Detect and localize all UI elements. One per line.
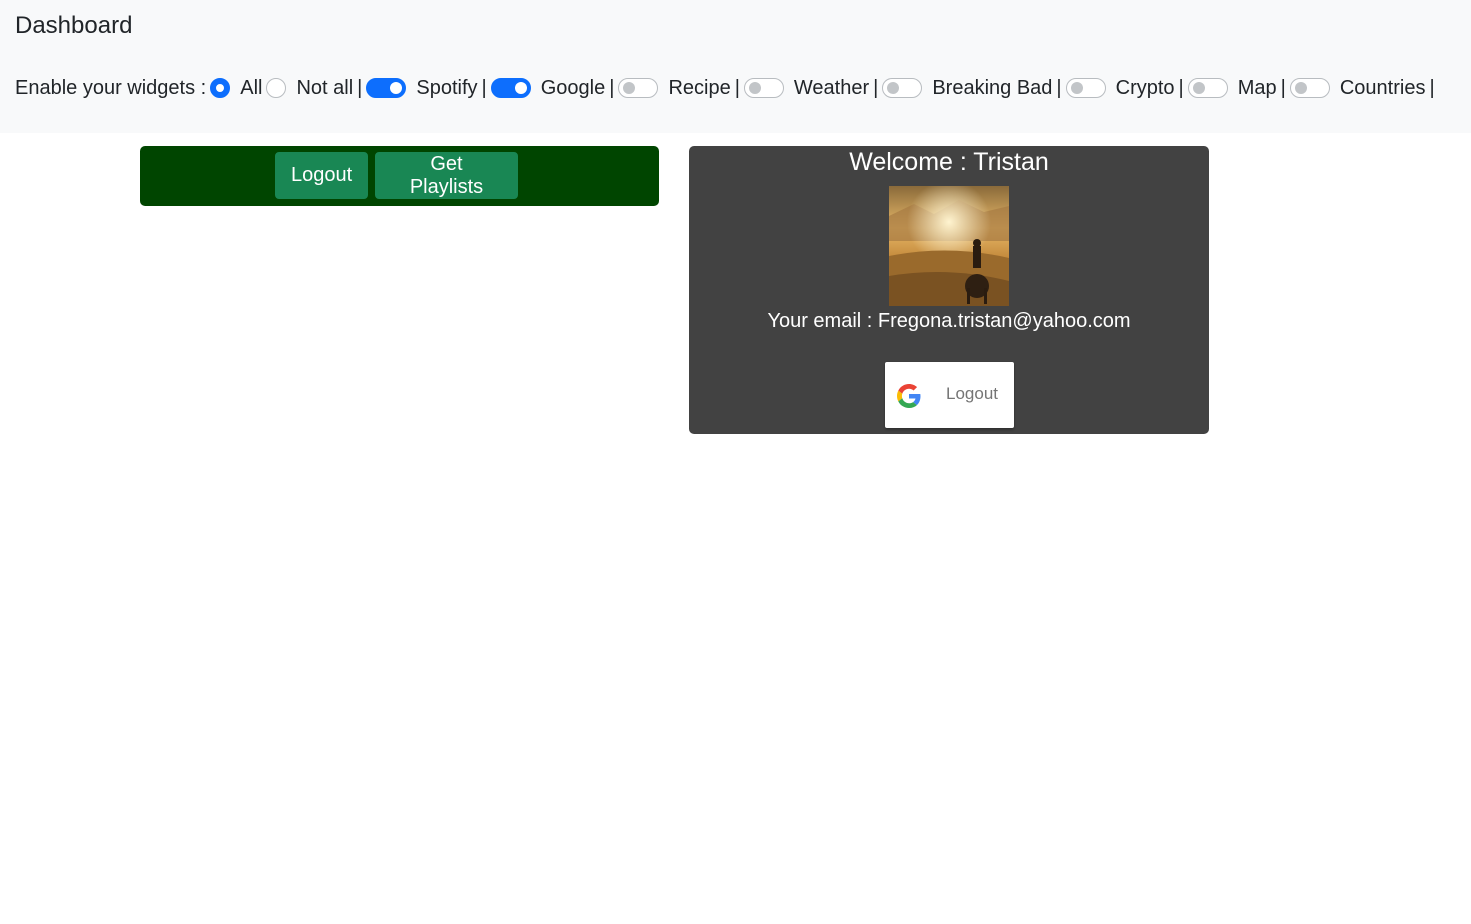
- radio-not-all-label: Not all: [296, 76, 354, 99]
- toggle-recipe[interactable]: [618, 78, 659, 98]
- separator: |: [1056, 76, 1062, 99]
- get-playlists-button[interactable]: Get Playlists: [375, 152, 518, 199]
- navbar: Dashboard Enable your widgets : All Not …: [0, 0, 1471, 133]
- email-text: Your email : Fregona.tristan@yahoo.com: [767, 310, 1131, 332]
- separator: |: [1280, 76, 1286, 99]
- toggle-label-weather: Weather: [793, 76, 870, 99]
- google-widget: Welcome : Tristan Your email: Fregona.t…: [689, 146, 1209, 434]
- google-g-icon: [897, 384, 921, 408]
- spotify-logout-button[interactable]: Logout: [275, 152, 368, 199]
- toggle-countries[interactable]: [1289, 78, 1330, 98]
- separator: |: [609, 76, 615, 99]
- avatar: [889, 186, 1009, 306]
- page-title[interactable]: Dashboard: [15, 12, 132, 40]
- toggle-label-map: Map: [1237, 76, 1277, 99]
- welcome-text: Welcome : Tristan: [849, 148, 1049, 176]
- toggle-label-countries: Countries: [1339, 76, 1426, 99]
- toggle-label-google: Google: [540, 76, 606, 99]
- radio-all[interactable]: [210, 78, 231, 98]
- toggle-breaking-bad[interactable]: [882, 78, 923, 98]
- google-logout-label: Logout: [946, 384, 998, 403]
- toggle-map[interactable]: [1187, 78, 1228, 98]
- google-logout-button[interactable]: Logout: [885, 362, 1014, 428]
- toggle-spotify[interactable]: [366, 78, 407, 98]
- enable-widgets-label: Enable your widgets :: [15, 76, 207, 99]
- spotify-widget: Logout Get Playlists: [140, 146, 659, 206]
- toggle-label-breaking-bad: Breaking Bad: [932, 76, 1053, 99]
- toggle-weather[interactable]: [743, 78, 784, 98]
- separator: |: [734, 76, 740, 99]
- toggle-label-recipe: Recipe: [668, 76, 731, 99]
- widget-toggles-row: Enable your widgets : All Not all | Spot…: [15, 74, 1435, 102]
- toggle-crypto[interactable]: [1065, 78, 1106, 98]
- radio-not-all[interactable]: [266, 78, 287, 98]
- toggle-label-crypto: Crypto: [1115, 76, 1175, 99]
- toggle-label-spotify: Spotify: [416, 76, 478, 99]
- separator: |: [873, 76, 879, 99]
- separator: |: [1429, 76, 1435, 99]
- separator: |: [357, 76, 363, 99]
- separator: |: [481, 76, 487, 99]
- radio-all-label: All: [240, 76, 263, 99]
- toggle-google[interactable]: [490, 78, 531, 98]
- separator: |: [1178, 76, 1184, 99]
